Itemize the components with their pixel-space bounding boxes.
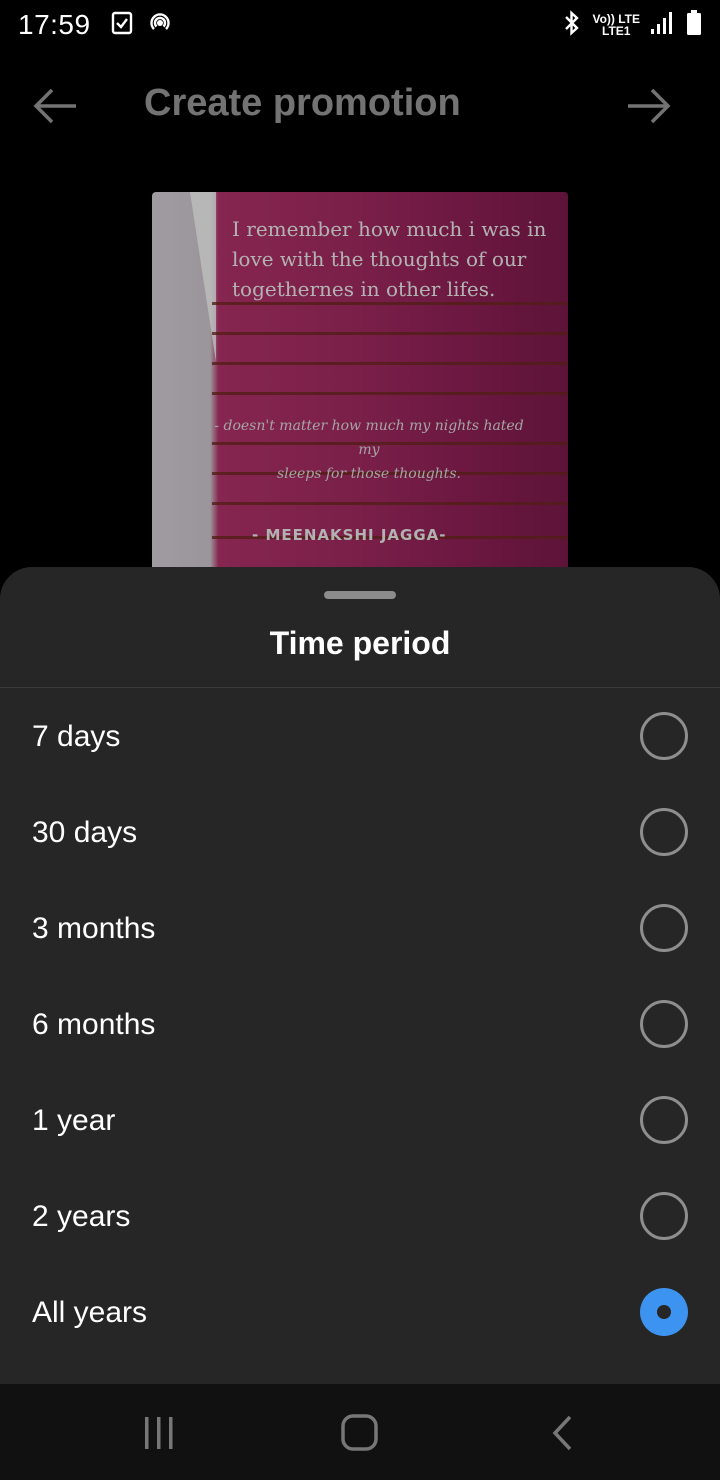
option-label: 2 years — [32, 1200, 131, 1233]
network-label: Vo)) LTE LTE1 — [592, 13, 640, 37]
quote-sub-line: - doesn't matter how much my nights hate… — [214, 418, 524, 458]
arrow-right-icon[interactable] — [626, 86, 674, 131]
screen: 17:59 Vo)) LTE LTE1 Create promotion I r… — [0, 0, 720, 1480]
option-label: 6 months — [32, 1008, 156, 1041]
sheet-drag-handle[interactable] — [324, 591, 396, 599]
quote-sub-line: sleeps for those thoughts. — [277, 466, 461, 482]
hotspot-icon — [147, 10, 173, 41]
radio-button[interactable] — [640, 808, 688, 856]
post-preview-image: I remember how much i was in love with t… — [152, 192, 568, 572]
radio-button[interactable] — [640, 1096, 688, 1144]
stair-line — [212, 392, 568, 395]
option-label: 1 year — [32, 1104, 116, 1137]
status-right-icons: Vo)) LTE LTE1 — [562, 9, 702, 41]
status-left-icons — [111, 10, 173, 41]
option-1-year[interactable]: 1 year — [0, 1073, 720, 1169]
battery-icon — [686, 9, 702, 41]
status-bar: 17:59 Vo)) LTE LTE1 — [0, 0, 720, 50]
radio-button[interactable] — [640, 1192, 688, 1240]
time-period-options: 7 days 30 days 3 months 6 months 1 year … — [0, 689, 720, 1361]
option-label: 7 days — [32, 720, 121, 753]
quote-subtext: - doesn't matter how much my nights hate… — [204, 414, 534, 486]
divider — [0, 687, 720, 688]
option-all-years[interactable]: All years — [0, 1265, 720, 1361]
radio-button[interactable] — [640, 1000, 688, 1048]
option-label: 3 months — [32, 912, 156, 945]
radio-button-selected[interactable] — [640, 1288, 688, 1336]
quote-line: togethernes in other lifes. — [232, 277, 496, 301]
option-label: All years — [32, 1296, 148, 1329]
quote-text: I remember how much i was in love with t… — [232, 214, 562, 304]
option-30-days[interactable]: 30 days — [0, 785, 720, 881]
quote-line: love with the thoughts of our — [232, 247, 527, 271]
page-title: Create promotion — [144, 82, 461, 124]
stair-line — [212, 362, 568, 365]
back-icon[interactable] — [548, 1414, 578, 1457]
quote-author: - MEENAKSHI JAGGA- — [252, 526, 447, 544]
option-6-months[interactable]: 6 months — [0, 977, 720, 1073]
clipboard-check-icon — [111, 11, 133, 40]
arrow-left-icon[interactable] — [30, 86, 78, 131]
option-7-days[interactable]: 7 days — [0, 689, 720, 785]
radio-button[interactable] — [640, 712, 688, 760]
recents-icon[interactable] — [140, 1414, 178, 1457]
option-2-years[interactable]: 2 years — [0, 1169, 720, 1265]
status-time: 17:59 — [18, 9, 91, 40]
quote-line: I remember how much i was in — [232, 217, 547, 241]
home-icon[interactable] — [340, 1414, 380, 1457]
stair-line — [212, 332, 568, 335]
radio-button[interactable] — [640, 904, 688, 952]
stair-line — [212, 502, 568, 505]
network-label-bottom: LTE1 — [602, 24, 631, 38]
header: Create promotion — [0, 60, 720, 152]
option-3-months[interactable]: 3 months — [0, 881, 720, 977]
signal-icon — [650, 11, 676, 40]
wall-highlight — [190, 192, 216, 362]
bluetooth-icon — [562, 9, 582, 41]
time-period-sheet: Time period 7 days 30 days 3 months 6 mo… — [0, 567, 720, 1384]
navigation-bar — [0, 1384, 720, 1480]
option-label: 30 days — [32, 816, 138, 849]
sheet-title: Time period — [269, 625, 451, 661]
